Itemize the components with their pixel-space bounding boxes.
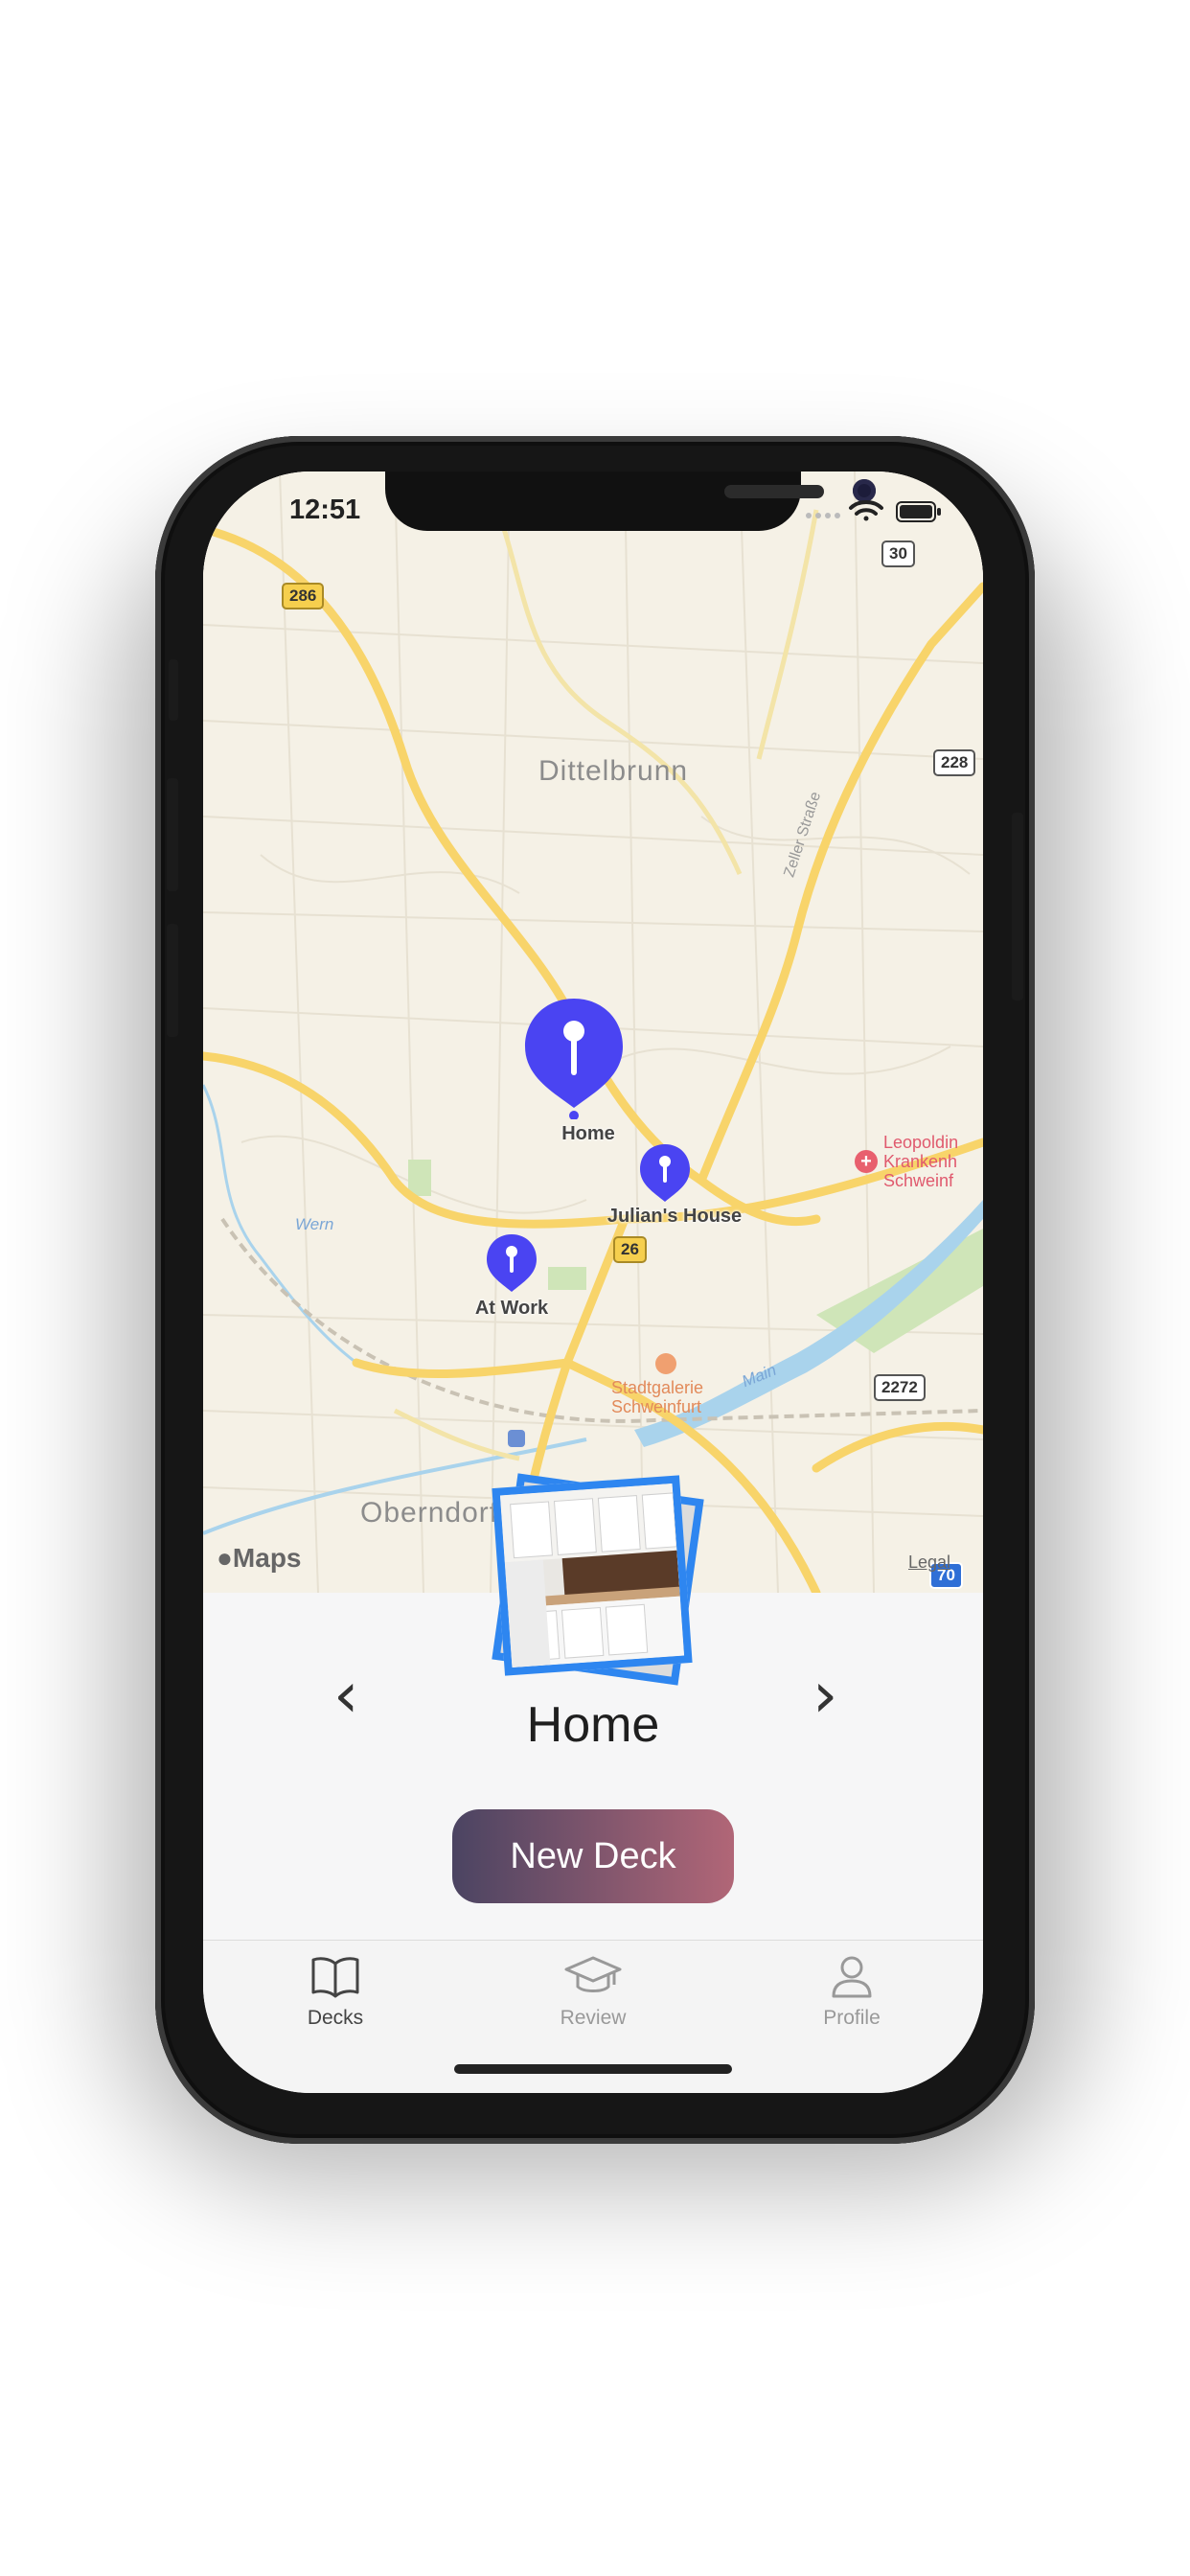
apple-maps-logo: ●Maps bbox=[217, 1543, 302, 1574]
apple-icon: ● bbox=[217, 1543, 233, 1573]
status-time: 12:51 bbox=[289, 494, 361, 525]
battery-icon bbox=[896, 501, 941, 522]
water-label-wern: Wern bbox=[295, 1215, 334, 1233]
tab-profile[interactable]: Profile bbox=[756, 1954, 948, 2030]
deck-card-photo bbox=[492, 1475, 693, 1676]
hospital-line-3: Schweinf bbox=[883, 1171, 954, 1190]
route-shield-286: 286 bbox=[282, 583, 325, 610]
route-shield-2272: 2272 bbox=[874, 1374, 926, 1401]
status-bar-icons bbox=[806, 500, 941, 522]
volume-up-button bbox=[167, 778, 178, 891]
book-icon bbox=[311, 1957, 359, 1998]
poi-icon bbox=[655, 1353, 676, 1374]
signal-icon bbox=[806, 513, 840, 518]
hospital-line-1: Leopoldin bbox=[883, 1133, 959, 1152]
status-icons bbox=[801, 496, 945, 530]
volume-down-button bbox=[167, 924, 178, 1037]
deck-title: Home bbox=[526, 1697, 660, 1753]
poi-line-2: Schweinfurt bbox=[611, 1397, 702, 1416]
map-pin-julians-house-label: Julian's House bbox=[606, 1206, 743, 1227]
maps-logo-text: Maps bbox=[232, 1543, 302, 1573]
map-pin-at-work-label: At Work bbox=[474, 1298, 549, 1319]
tab-review-label: Review bbox=[560, 2007, 627, 2029]
place-label-dittelbrunn: Dittelbrunn bbox=[538, 755, 689, 787]
map-pin-home[interactable] bbox=[521, 995, 627, 1119]
poi-label: Stadtgalerie Schweinfurt bbox=[611, 1378, 703, 1416]
tab-review[interactable]: Review bbox=[497, 1954, 689, 2030]
new-deck-button[interactable]: New Deck bbox=[452, 1809, 734, 1903]
transit-icon bbox=[508, 1430, 525, 1447]
wifi-icon bbox=[849, 500, 883, 521]
mute-switch bbox=[169, 659, 178, 721]
notch bbox=[385, 472, 876, 531]
route-shield-228: 228 bbox=[933, 749, 976, 776]
route-shield-26: 26 bbox=[613, 1236, 647, 1263]
home-indicator bbox=[454, 2064, 732, 2074]
tab-decks[interactable]: Decks bbox=[240, 1954, 431, 2030]
map-view[interactable]: 286 30 228 26 2272 70 Dittelbrunn Obernd… bbox=[203, 472, 983, 1593]
hospital-line-2: Krankenh bbox=[883, 1152, 958, 1171]
kitchen-photo bbox=[499, 1483, 685, 1668]
deck-card-stack[interactable] bbox=[491, 1473, 704, 1686]
legal-link[interactable]: Legal bbox=[908, 1552, 950, 1573]
graduation-cap-icon bbox=[564, 1956, 622, 1992]
tab-profile-label: Profile bbox=[823, 2007, 881, 2029]
poi-line-1: Stadtgalerie bbox=[611, 1378, 704, 1397]
place-label-oberndorf: Oberndorf bbox=[360, 1497, 499, 1529]
tab-decks-label: Decks bbox=[307, 2007, 364, 2029]
hospital-icon: + bbox=[855, 1150, 878, 1173]
screen: 286 30 228 26 2272 70 Dittelbrunn Obernd… bbox=[203, 472, 983, 2093]
person-icon bbox=[832, 1956, 872, 1998]
map-pin-home-label: Home bbox=[561, 1123, 615, 1144]
map-pin-julians-house[interactable] bbox=[638, 1142, 692, 1206]
hospital-label: Leopoldin Krankenh Schweinf bbox=[883, 1133, 958, 1190]
power-button bbox=[1012, 813, 1023, 1000]
route-shield-30: 30 bbox=[881, 540, 915, 567]
map-pin-at-work[interactable] bbox=[485, 1232, 538, 1296]
